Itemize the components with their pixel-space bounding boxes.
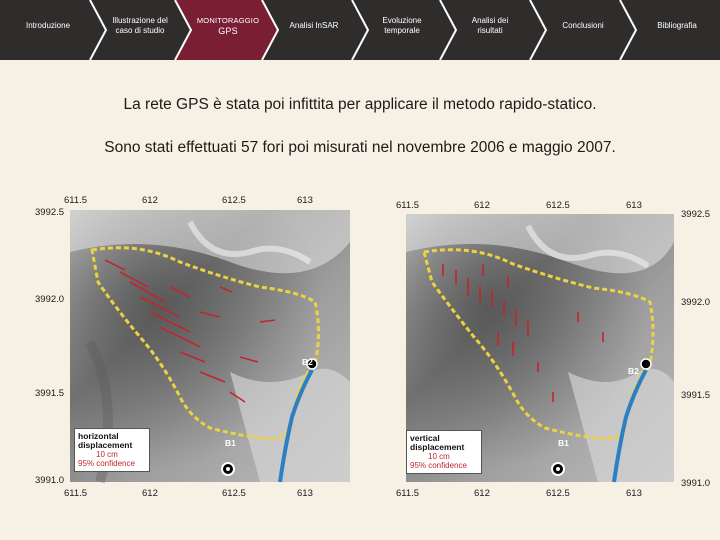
nav-analisi-insar[interactable]: Analisi InSAR xyxy=(277,0,351,52)
station-b1-label: B1 xyxy=(558,438,569,448)
body-text-line-2: Sono stati effettuati 57 fori poi misura… xyxy=(104,139,616,156)
horizontal-displacement-map: 611.5 612 612.5 613 3992.5 3992.0 3991.5… xyxy=(30,192,360,502)
station-b1-label: B1 xyxy=(225,438,236,448)
vertical-displacement-map: 611.5 612 612.5 613 3992.5 3992.0 3991.5… xyxy=(388,192,718,502)
legend-confidence: 95% confidence xyxy=(410,461,467,470)
nav-illustrazione[interactable]: Illustrazione del caso di studio xyxy=(103,0,177,52)
legend-title-2: displacement xyxy=(78,440,133,450)
nav-conclusioni-label: Conclusioni xyxy=(562,21,604,30)
legend-horizontal: horizontal displacement 10 cm 95% confid… xyxy=(74,428,150,472)
body-text-line-1: La rete GPS è stata poi infittita per ap… xyxy=(123,96,597,113)
legend-scale: 10 cm xyxy=(96,450,118,459)
legend-title-2: displacement xyxy=(410,442,465,452)
nav-introduzione[interactable]: Introduzione xyxy=(6,0,90,52)
legend-vertical: vertical displacement 10 cm 95% confiden… xyxy=(406,430,482,474)
nav-analisi-risultati[interactable]: Analisi dei risultati xyxy=(458,0,522,52)
nav-illustrazione-label: Illustrazione del caso di studio xyxy=(112,16,168,35)
nav-introduzione-label: Introduzione xyxy=(25,21,71,30)
nav-evoluzione-label: Evoluzione temporale xyxy=(382,16,422,35)
nav-analisi-risultati-label: Analisi dei risultati xyxy=(471,16,509,35)
top-navigation: Introduzione Illustrazione del caso di s… xyxy=(0,0,720,62)
nav-conclusioni[interactable]: Conclusioni xyxy=(546,0,620,52)
nav-bibliografia[interactable]: Bibliografia xyxy=(636,0,718,52)
nav-bibliografia-label: Bibliografia xyxy=(657,21,697,30)
station-b2-label: B2 xyxy=(628,366,639,376)
legend-scale: 10 cm xyxy=(428,452,450,461)
nav-monitoraggio-gps[interactable]: MONITORAGGIO GPS xyxy=(188,0,268,52)
nav-monitoraggio-label: MONITORAGGIO xyxy=(196,16,260,25)
nav-analisi-insar-label: Analisi InSAR xyxy=(289,21,339,30)
station-b2-label: B2 xyxy=(302,357,313,367)
nav-gps-label: GPS xyxy=(218,26,238,36)
legend-confidence: 95% confidence xyxy=(78,459,135,468)
nav-evoluzione-temporale[interactable]: Evoluzione temporale xyxy=(370,0,434,52)
